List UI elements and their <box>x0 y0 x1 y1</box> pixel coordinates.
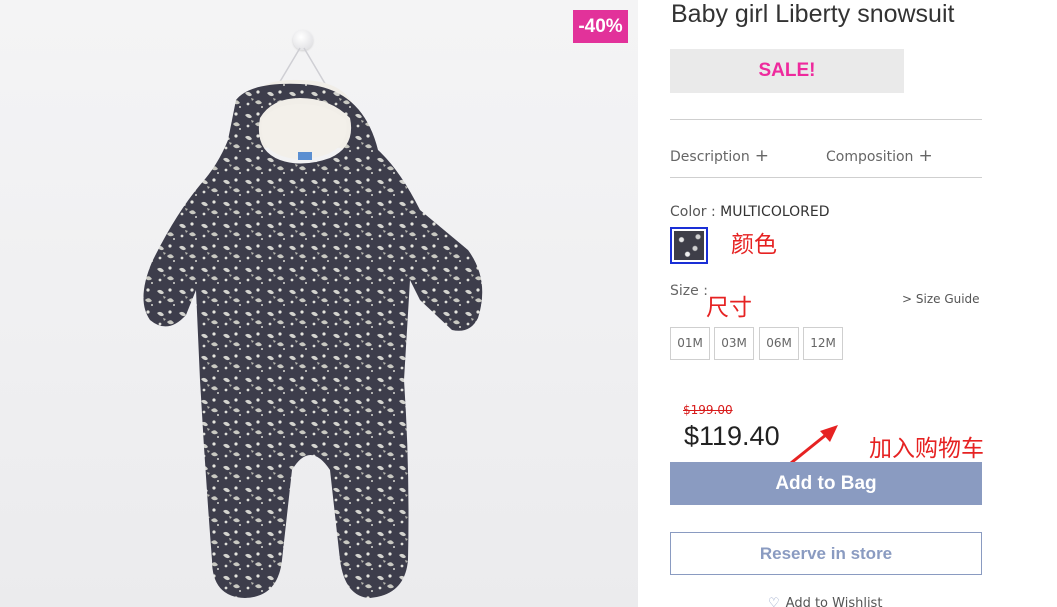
size-label: Size : <box>670 283 708 299</box>
tab-composition-label: Composition <box>826 149 914 165</box>
size-option-12m[interactable]: 12M <box>803 327 843 360</box>
heart-icon: ♡ <box>768 596 780 607</box>
color-value: MULTICOLORED <box>720 204 830 220</box>
tab-description[interactable]: Description + <box>670 146 769 166</box>
size-option-01m[interactable]: 01M <box>670 327 710 360</box>
color-swatch[interactable] <box>670 227 708 264</box>
plus-icon: + <box>918 146 933 166</box>
tab-composition[interactable]: Composition + <box>826 146 933 166</box>
wishlist-label: Add to Wishlist <box>785 596 883 607</box>
reserve-in-store-button[interactable]: Reserve in store <box>670 532 982 575</box>
size-option-06m[interactable]: 06M <box>759 327 799 360</box>
original-price: $199.00 <box>683 403 733 417</box>
add-to-wishlist-link[interactable]: ♡ Add to Wishlist <box>768 596 882 607</box>
product-image[interactable]: -40% <box>0 0 638 607</box>
divider-top <box>670 119 982 120</box>
add-to-bag-button[interactable]: Add to Bag <box>670 462 982 505</box>
size-option-03m[interactable]: 03M <box>714 327 754 360</box>
annotation-size: 尺寸 <box>706 295 752 321</box>
annotation-cart: 加入购物车 <box>869 436 984 462</box>
color-row: Color : MULTICOLORED <box>670 204 830 220</box>
swatch-pattern <box>674 231 704 260</box>
discount-badge: -40% <box>573 10 628 43</box>
snowsuit-illustration <box>143 47 483 599</box>
annotation-color: 颜色 <box>731 232 777 258</box>
plus-icon: + <box>754 146 769 166</box>
tab-description-label: Description <box>670 149 750 165</box>
color-label: Color : <box>670 204 716 220</box>
size-guide-link[interactable]: > Size Guide <box>902 292 980 306</box>
divider-bottom <box>670 177 982 178</box>
product-title: Baby girl Liberty snowsuit <box>671 0 955 28</box>
sale-banner: SALE! <box>670 49 904 93</box>
